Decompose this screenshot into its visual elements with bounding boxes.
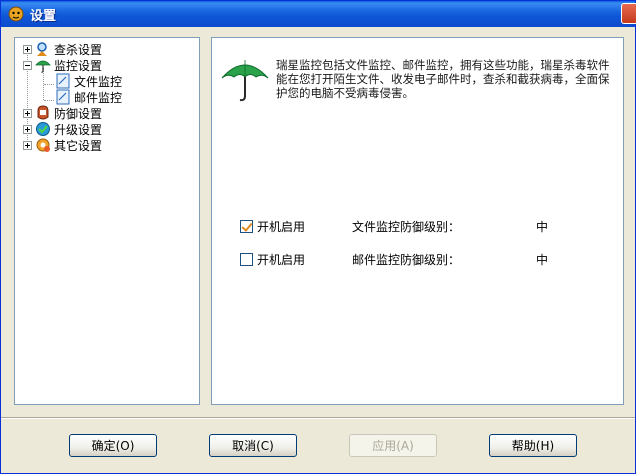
umbrella-icon [35,60,51,73]
title-bar[interactable]: 设置 [1,1,636,27]
expand-icon[interactable] [23,44,32,54]
tree-item-label: 邮件监控 [74,90,123,105]
close-button[interactable] [621,3,636,24]
separator [1,417,635,419]
tree-item-label: 查杀设置 [54,42,103,57]
tree-item-label: 其它设置 [54,138,103,153]
mail-monitor-level-label: 邮件监控防御级别： [352,253,461,267]
expand-icon[interactable] [23,140,32,150]
tree-item-other[interactable]: 其它设置 [23,137,103,153]
tree-item-defense[interactable]: 防御设置 [23,105,103,121]
tree-item-scan[interactable]: 查杀设置 [23,41,103,57]
ok-button[interactable]: 确定(O) [69,434,157,457]
help-button[interactable]: 帮助(H) [489,434,577,457]
cancel-button[interactable]: 取消(C) [209,434,297,457]
rising-lion-icon [8,6,24,22]
checkbox-label: 开机启用 [257,252,306,267]
tree-item-mail-monitor[interactable]: 邮件监控 [55,89,123,105]
window-title: 设置 [30,8,57,24]
scan-magnifier-icon [37,42,47,56]
file-monitor-startup-checkbox[interactable] [240,219,253,233]
tree-item-monitor[interactable]: 监控设置 [23,56,104,74]
monitor-description: 瑞星监控包括文件监控、邮件监控，拥有这些功能，瑞星杀毒软件能在您打开陌生文件、收… [276,58,610,100]
file-monitor-icon [56,73,70,89]
mail-monitor-icon [56,89,70,105]
tree-item-label: 升级设置 [54,122,103,137]
tree-item-file-monitor[interactable]: 文件监控 [55,73,123,89]
tree-item-label: 防御设置 [54,106,103,121]
apply-button[interactable]: 应用(A) [349,434,437,457]
settings-tree: 查杀设置 监控设置 文件监控 邮件监控 防御设置 升级设置 其它设置 [14,37,200,405]
mail-monitor-level-value: 中 [536,253,549,267]
checkbox-label: 开机启用 [257,219,306,234]
expand-icon[interactable] [23,108,32,118]
mail-monitor-startup-checkbox[interactable] [240,252,253,266]
gear-icon [36,138,50,152]
mail-monitor-startup-option[interactable]: 开机启用 [240,251,305,267]
file-monitor-level-label: 文件监控防御级别： [352,220,461,234]
tree-item-update[interactable]: 升级设置 [23,121,103,137]
file-monitor-level-value: 中 [536,220,549,234]
globe-update-icon [36,122,50,136]
tree-item-label: 文件监控 [74,74,123,89]
collapse-icon[interactable] [23,60,32,70]
settings-window: 设置 查杀设置 监控设置 文件监控 邮件监控 防御设置 升级设置 其它设置 瑞星… [0,0,636,474]
umbrella-icon [221,60,269,102]
glove-shield-icon [37,105,49,120]
tree-item-label: 监控设置 [53,56,104,74]
monitor-settings-panel: 瑞星监控包括文件监控、邮件监控，拥有这些功能，瑞星杀毒软件能在您打开陌生文件、收… [211,37,624,405]
file-monitor-startup-option[interactable]: 开机启用 [240,218,305,234]
expand-icon[interactable] [23,124,32,134]
